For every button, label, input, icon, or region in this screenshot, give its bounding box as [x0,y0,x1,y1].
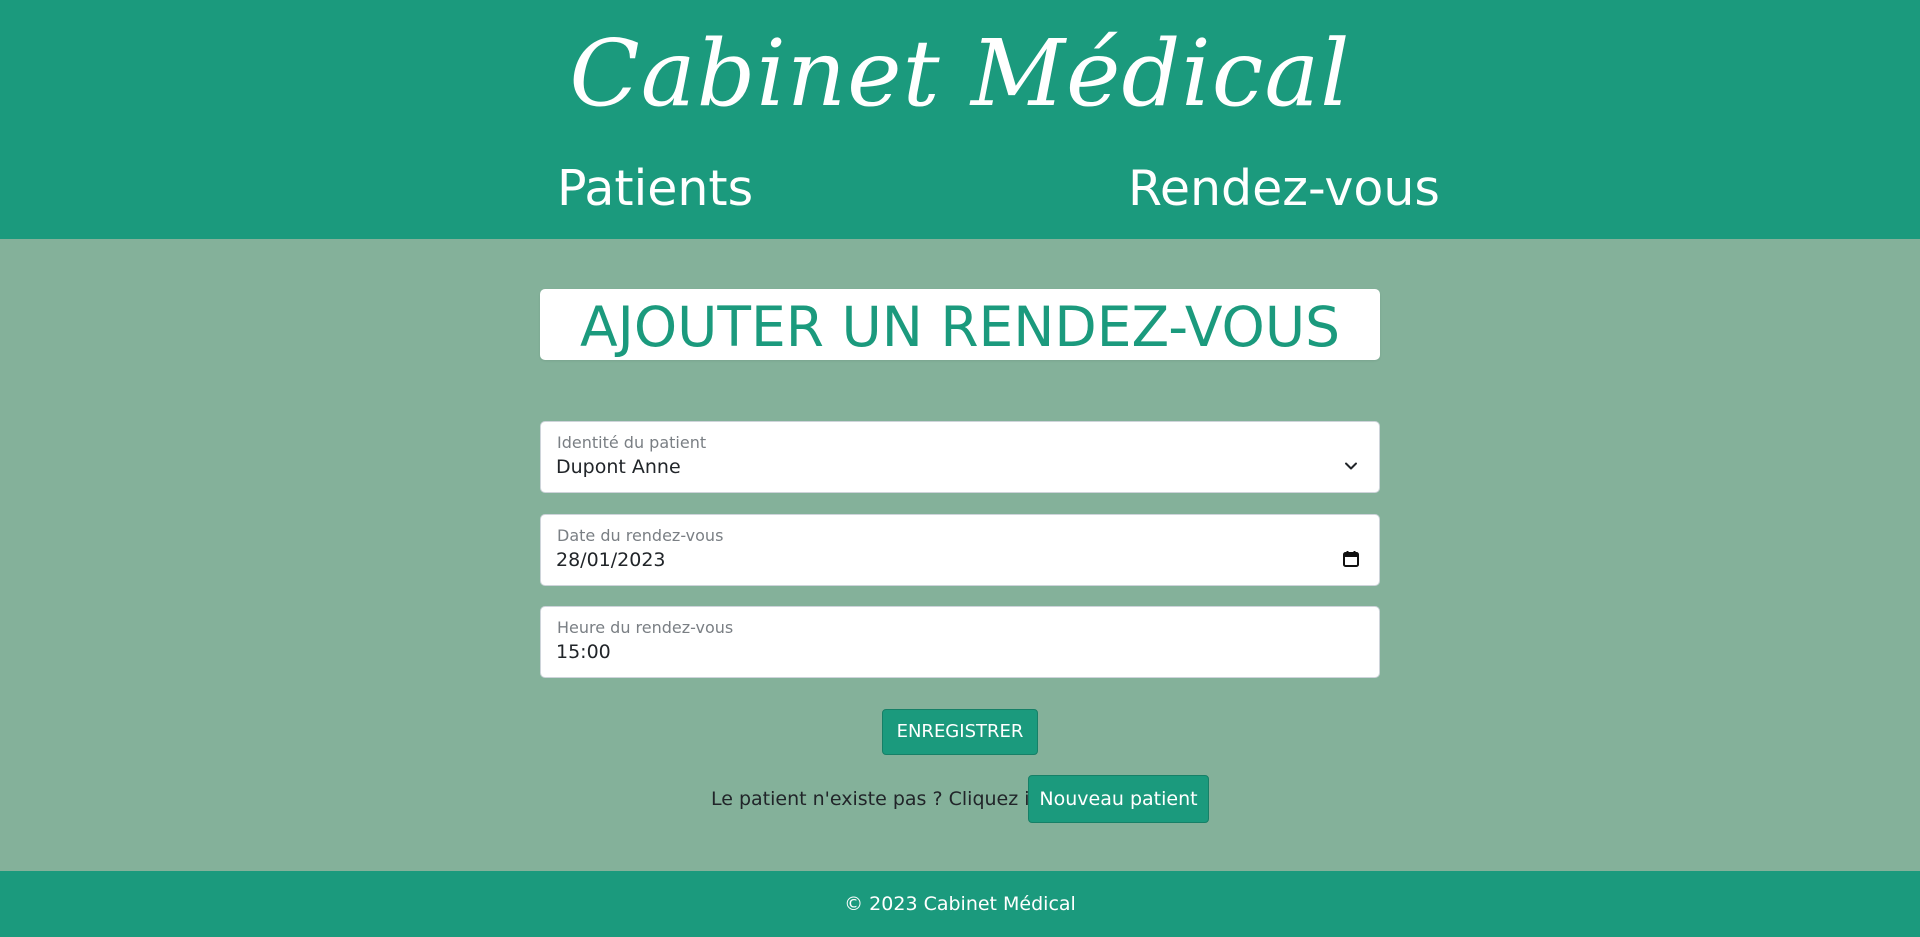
patient-select-label: Identité du patient [557,433,707,452]
page-title: AJOUTER UN RENDEZ-VOUS [580,295,1340,359]
date-field[interactable]: Date du rendez-vous [540,514,1380,586]
date-input[interactable] [556,547,1316,573]
new-patient-prompt: Le patient n'existe pas ? Cliquez ici : [711,788,1058,810]
date-field-label: Date du rendez-vous [557,526,724,545]
save-button[interactable]: ENREGISTRER [882,709,1038,755]
time-input[interactable] [556,639,1316,665]
new-patient-button[interactable]: Nouveau patient [1028,775,1209,823]
nav-link-rendez-vous[interactable]: Rendez-vous [1128,158,1440,220]
page-heading-box: AJOUTER UN RENDEZ-VOUS [540,289,1380,360]
site-header: Cabinet Médical Patients Rendez-vous [0,0,1920,239]
site-footer: © 2023 Cabinet Médical [0,871,1920,937]
nav-link-patients[interactable]: Patients [557,158,753,220]
patient-select[interactable]: Identité du patient Dupont Anne [540,421,1380,493]
main-content: AJOUTER UN RENDEZ-VOUS Identité du patie… [0,239,1920,871]
site-title: Cabinet Médical [569,20,1351,127]
chevron-down-icon[interactable] [1341,456,1361,476]
calendar-icon[interactable] [1341,549,1361,569]
time-field-label: Heure du rendez-vous [557,618,734,637]
patient-select-value: Dupont Anne [556,456,681,478]
time-field[interactable]: Heure du rendez-vous [540,606,1380,678]
footer-copyright: © 2023 Cabinet Médical [844,893,1076,915]
new-patient-row: Le patient n'existe pas ? Cliquez ici : … [0,775,1920,823]
